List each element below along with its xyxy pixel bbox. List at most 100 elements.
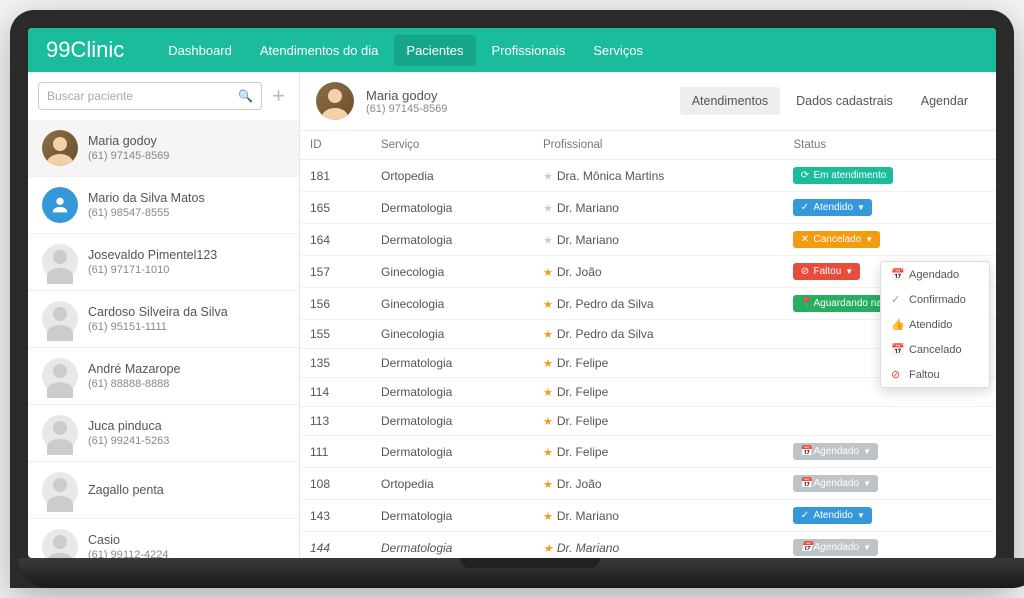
search-icon: 🔍 <box>238 89 253 103</box>
tab-agendar[interactable]: Agendar <box>909 87 980 115</box>
status-icon: 📍 <box>800 298 809 309</box>
patient-sidebar: 🔍 + Maria godoy(61) 97145-8569Mario da S… <box>28 72 300 558</box>
cell-id: 135 <box>300 349 371 378</box>
patient-name: Maria godoy <box>366 88 447 103</box>
patient-list-item[interactable]: Zagallo penta <box>28 462 299 519</box>
chevron-down-icon: ▼ <box>863 543 871 552</box>
status-badge[interactable]: ⊘Faltou ▼ <box>793 263 860 280</box>
column-header: Profissional <box>533 131 783 160</box>
table-row[interactable]: 164Dermatologia★Dr. Mariano✕Cancelado ▼ <box>300 224 996 256</box>
patient-phone: (61) 99241-5263 <box>88 435 169 447</box>
chevron-down-icon: ▼ <box>865 235 873 244</box>
patient-name: Juca pinduca <box>88 419 169 433</box>
status-badge[interactable]: 📍Aguardando na <box>793 295 888 312</box>
status-badge[interactable]: 📅Agendado ▼ <box>793 443 878 460</box>
status-icon: ✕ <box>800 234 809 245</box>
nav-pacientes[interactable]: Pacientes <box>394 35 475 66</box>
cell-status: ✓Atendido ▼ <box>783 192 996 224</box>
star-icon: ★ <box>543 416 553 428</box>
status-icon: 📅 <box>800 446 809 457</box>
table-row[interactable]: 113Dermatologia★Dr. Felipe <box>300 407 996 436</box>
patient-name: Maria godoy <box>88 134 169 148</box>
cell-service: Dermatologia <box>371 500 533 532</box>
dropdown-option[interactable]: 👍Atendido <box>881 312 989 337</box>
status-badge[interactable]: ⟳Em atendimento <box>793 167 893 184</box>
tab-atendimentos[interactable]: Atendimentos <box>680 87 780 115</box>
nav-profissionais[interactable]: Profissionais <box>480 35 578 66</box>
status-badge[interactable]: 📅Agendado ▼ <box>793 475 878 492</box>
nav-atendimentos-do-dia[interactable]: Atendimentos do dia <box>248 35 391 66</box>
cell-professional: ★Dr. Felipe <box>533 349 783 378</box>
patient-list-item[interactable]: Josevaldo Pimentel123(61) 97171-1010 <box>28 234 299 291</box>
nav-serviços[interactable]: Serviços <box>581 35 655 66</box>
cell-professional: ★Dr. João <box>533 256 783 288</box>
cell-professional: ★Dra. Mônica Martins <box>533 160 783 192</box>
column-header: Status <box>783 131 996 160</box>
table-row[interactable]: 108Ortopedia★Dr. João📅Agendado ▼ <box>300 468 996 500</box>
option-label: Cancelado <box>909 344 962 356</box>
star-icon: ★ <box>543 203 553 215</box>
status-dropdown[interactable]: 📅Agendado✓Confirmado👍Atendido 📅 Cancelado ⊘… <box>880 261 990 388</box>
star-icon: ★ <box>543 299 553 311</box>
status-badge[interactable]: ✓Atendido ▼ <box>793 507 871 524</box>
cell-status: ✕Cancelado ▼ <box>783 224 996 256</box>
brand-logo: 99Clinic <box>46 37 124 63</box>
cell-service: Dermatologia <box>371 436 533 468</box>
top-nav: 99Clinic DashboardAtendimentos do diaPac… <box>28 28 996 72</box>
dropdown-option[interactable]: ✓Confirmado <box>881 287 989 312</box>
patient-header: Maria godoy (61) 97145-8569 Atendimentos… <box>300 72 996 131</box>
star-icon: ★ <box>543 329 553 341</box>
add-patient-button[interactable]: + <box>268 83 289 109</box>
patient-phone: (61) 98547-8555 <box>88 207 205 219</box>
star-icon: ★ <box>543 479 553 491</box>
status-badge[interactable]: 📅Agendado ▼ <box>793 539 878 556</box>
patient-avatar <box>316 82 354 120</box>
table-row[interactable]: 111Dermatologia★Dr. Felipe📅Agendado ▼ <box>300 436 996 468</box>
cell-professional: ★Dr. Felipe <box>533 378 783 407</box>
nav-dashboard[interactable]: Dashboard <box>156 35 244 66</box>
column-header: ID <box>300 131 371 160</box>
dropdown-option[interactable]: ⊘Faltou <box>881 362 989 387</box>
option-icon: ✓ <box>891 293 903 306</box>
table-row[interactable]: 181Ortopedia★Dra. Mônica Martins⟳Em aten… <box>300 160 996 192</box>
cell-service: Ginecologia <box>371 288 533 320</box>
table-row[interactable]: 143Dermatologia★Dr. Mariano✓Atendido ▼ <box>300 500 996 532</box>
patient-name: André Mazarope <box>88 362 180 376</box>
chevron-down-icon: ▼ <box>845 267 853 276</box>
search-input-wrap[interactable]: 🔍 <box>38 82 262 110</box>
patient-list-item[interactable]: Juca pinduca (61) 99241-5263 <box>28 405 299 462</box>
avatar <box>42 415 78 451</box>
search-input[interactable] <box>47 89 238 103</box>
patient-phone: (61) 97145-8569 <box>366 103 447 115</box>
cell-service: Dermatologia <box>371 349 533 378</box>
patient-phone: (61) 88888-8888 <box>88 378 180 390</box>
table-row[interactable]: 165Dermatologia★Dr. Mariano✓Atendido ▼ <box>300 192 996 224</box>
dropdown-option[interactable]: 📅 Cancelado <box>881 337 989 362</box>
column-header: Serviço <box>371 131 533 160</box>
star-icon: ★ <box>543 511 553 523</box>
cell-service: Ginecologia <box>371 320 533 349</box>
avatar <box>42 472 78 508</box>
chevron-down-icon: ▼ <box>857 511 865 520</box>
table-row[interactable]: 144Dermatologia★Dr. Mariano📅Agendado ▼ <box>300 532 996 559</box>
option-icon: 📅 <box>891 343 903 356</box>
status-icon: ⊘ <box>800 266 809 277</box>
cell-id: 143 <box>300 500 371 532</box>
patient-list-item[interactable]: Cardoso Silveira da Silva(61) 95151-1111 <box>28 291 299 348</box>
status-badge[interactable]: ✕Cancelado ▼ <box>793 231 880 248</box>
cell-service: Ginecologia <box>371 256 533 288</box>
cell-id: 113 <box>300 407 371 436</box>
dropdown-option[interactable]: 📅Agendado <box>881 262 989 287</box>
option-icon: 📅 <box>891 268 903 281</box>
tab-dados-cadastrais[interactable]: Dados cadastrais <box>784 87 905 115</box>
option-label: Atendido <box>909 319 952 331</box>
patient-list-item[interactable]: André Mazarope (61) 88888-8888 <box>28 348 299 405</box>
patient-list-item[interactable]: Mario da Silva Matos(61) 98547-8555 <box>28 177 299 234</box>
cell-id: 111 <box>300 436 371 468</box>
cell-id: 108 <box>300 468 371 500</box>
avatar <box>42 529 78 558</box>
status-badge[interactable]: ✓Atendido ▼ <box>793 199 871 216</box>
patient-list-item[interactable]: Maria godoy(61) 97145-8569 <box>28 120 299 177</box>
patient-list-item[interactable]: Casio(61) 99112-4224 <box>28 519 299 558</box>
star-icon: ★ <box>543 267 553 279</box>
